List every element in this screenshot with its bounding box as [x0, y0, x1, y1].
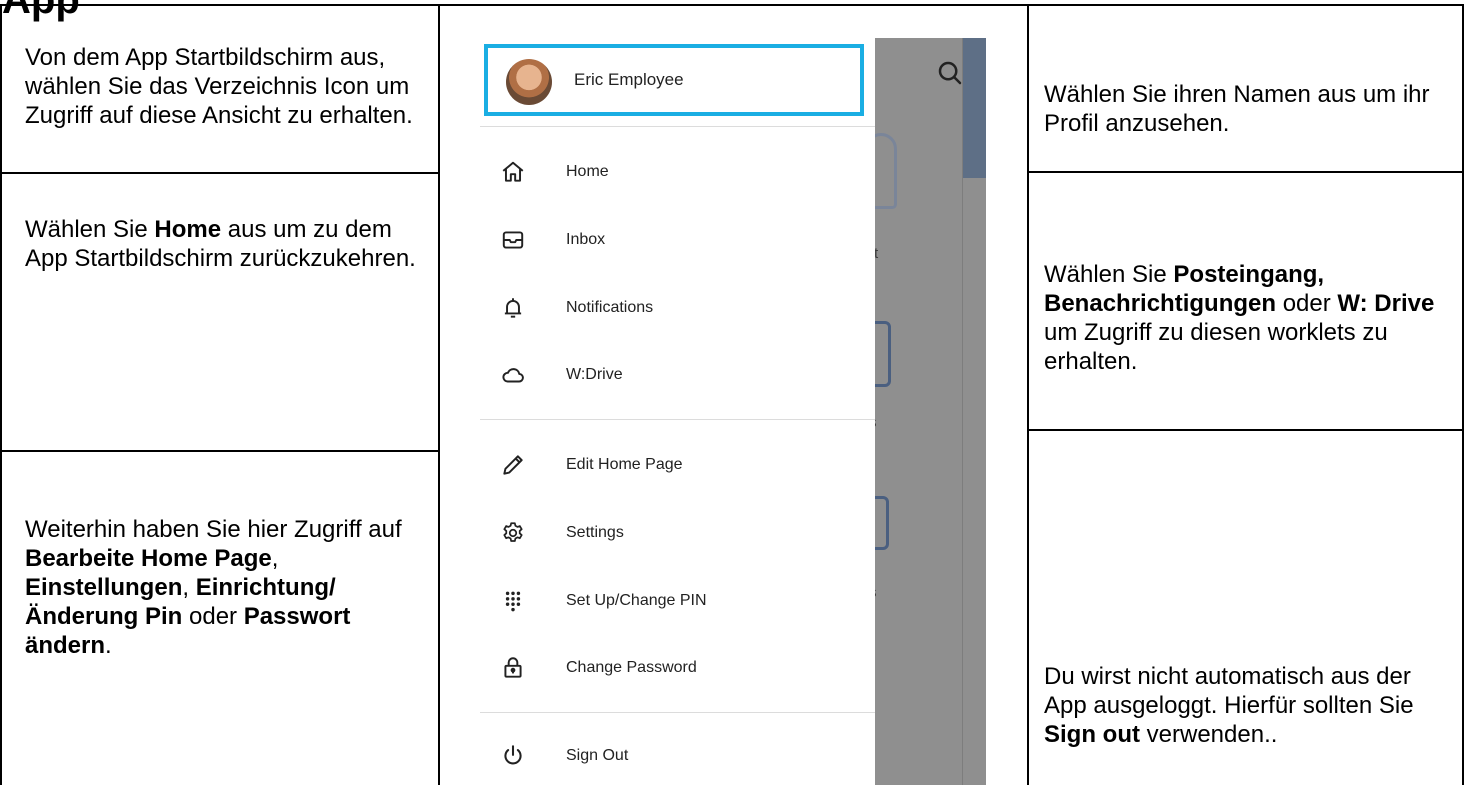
- profile-row[interactable]: Eric Employee: [484, 44, 864, 116]
- text-run: Weiterhin haben Sie hier Zugriff auf: [25, 516, 402, 543]
- text-run: .: [105, 632, 112, 659]
- navigation-drawer: Eric Employee Home Inbox Notifications W…: [480, 38, 875, 785]
- emphasized-text: W: Drive: [1337, 290, 1435, 317]
- menu-item-label: Sign Out: [566, 747, 629, 764]
- lock-icon: [500, 655, 526, 681]
- right-row-divider-2: [1027, 429, 1464, 431]
- search-icon[interactable]: [935, 58, 975, 98]
- menu-item-label: Home: [566, 163, 609, 180]
- app-screenshot: rt s s Eric Employee Home Inbox Notifica…: [480, 38, 986, 785]
- home-icon: [500, 159, 526, 185]
- menu-item-change-password[interactable]: Change Password: [480, 646, 875, 692]
- left-row-divider-2: [0, 450, 440, 452]
- avatar: [506, 59, 552, 105]
- emphasized-text: Einstellungen: [25, 574, 183, 601]
- emphasized-text: Sign out: [1044, 721, 1140, 748]
- table-divider-left: [438, 4, 440, 785]
- menu-item-set-up-change-pin[interactable]: Set Up/Change PIN: [480, 579, 875, 625]
- text-run: um Zugriff zu diesen worklets zu erhalte…: [1044, 319, 1388, 375]
- text-run: ,: [271, 545, 279, 572]
- menu-item-label: W:Drive: [566, 366, 623, 383]
- table-border-top: [0, 4, 1464, 6]
- menu-item-sign-out[interactable]: Sign Out: [480, 734, 875, 780]
- emphasized-text: Bearbeite Home Page: [25, 545, 272, 572]
- emphasized-text: Home: [154, 216, 222, 243]
- text-run: oder: [182, 603, 244, 630]
- cloud-icon: [500, 362, 526, 388]
- menu-item-label: Notifications: [566, 299, 654, 316]
- instruction-right-3: Du wirst nicht automatisch aus der App a…: [1044, 662, 1454, 749]
- text-run: Wählen Sie ihren Namen aus um ihr Profil…: [1044, 81, 1430, 137]
- divider: [480, 712, 875, 713]
- menu-item-label: Change Password: [566, 659, 697, 676]
- instruction-right-1: Wählen Sie ihren Namen aus um ihr Profil…: [1044, 80, 1454, 138]
- menu-item-edit-home-page[interactable]: Edit Home Page: [480, 443, 875, 489]
- background-app-dimmed: rt s s: [865, 38, 986, 785]
- pencil-icon: [500, 452, 526, 478]
- menu-item-notifications[interactable]: Notifications: [480, 286, 875, 332]
- divider: [480, 126, 875, 127]
- power-icon: [500, 743, 526, 769]
- menu-item-inbox[interactable]: Inbox: [480, 218, 875, 264]
- bell-icon: [500, 295, 526, 321]
- text-run: Du wirst nicht automatisch aus der App a…: [1044, 663, 1414, 719]
- instruction-right-2: Wählen Sie Posteingang, Benachrichtigung…: [1044, 260, 1454, 376]
- divider: [480, 419, 875, 420]
- left-row-divider-1: [0, 172, 440, 174]
- menu-item-label: Settings: [566, 524, 624, 541]
- menu-item-wdrive[interactable]: W:Drive: [480, 353, 875, 399]
- menu-item-label: Set Up/Change PIN: [566, 592, 707, 609]
- text-run: oder: [1276, 290, 1338, 317]
- keypad-icon: [500, 588, 526, 614]
- menu-item-label: Edit Home Page: [566, 456, 683, 473]
- text-run: Wählen Sie: [25, 216, 155, 243]
- profile-name: Eric Employee: [574, 70, 684, 89]
- text-run: ,: [182, 574, 196, 601]
- cut-off-heading-fragment: App: [2, 0, 80, 22]
- menu-item-home[interactable]: Home: [480, 150, 875, 196]
- table-divider-right: [1027, 4, 1029, 785]
- text-run: Wählen Sie: [1044, 261, 1174, 288]
- inbox-icon: [500, 227, 526, 253]
- menu-item-settings[interactable]: Settings: [480, 511, 875, 557]
- table-border-left: [0, 4, 2, 785]
- instruction-left-2: Wählen Sie Home aus um zu dem App Startb…: [25, 215, 425, 273]
- text-run: verwenden..: [1139, 721, 1278, 748]
- instruction-left-3: Weiterhin haben Sie hier Zugriff auf Bea…: [25, 515, 425, 660]
- menu-item-label: Inbox: [566, 231, 606, 248]
- right-row-divider-1: [1027, 171, 1464, 173]
- text-run: Von dem App Startbildschirm aus, wählen …: [25, 44, 413, 129]
- instruction-left-1: Von dem App Startbildschirm aus, wählen …: [25, 43, 425, 130]
- gear-icon: [500, 520, 526, 546]
